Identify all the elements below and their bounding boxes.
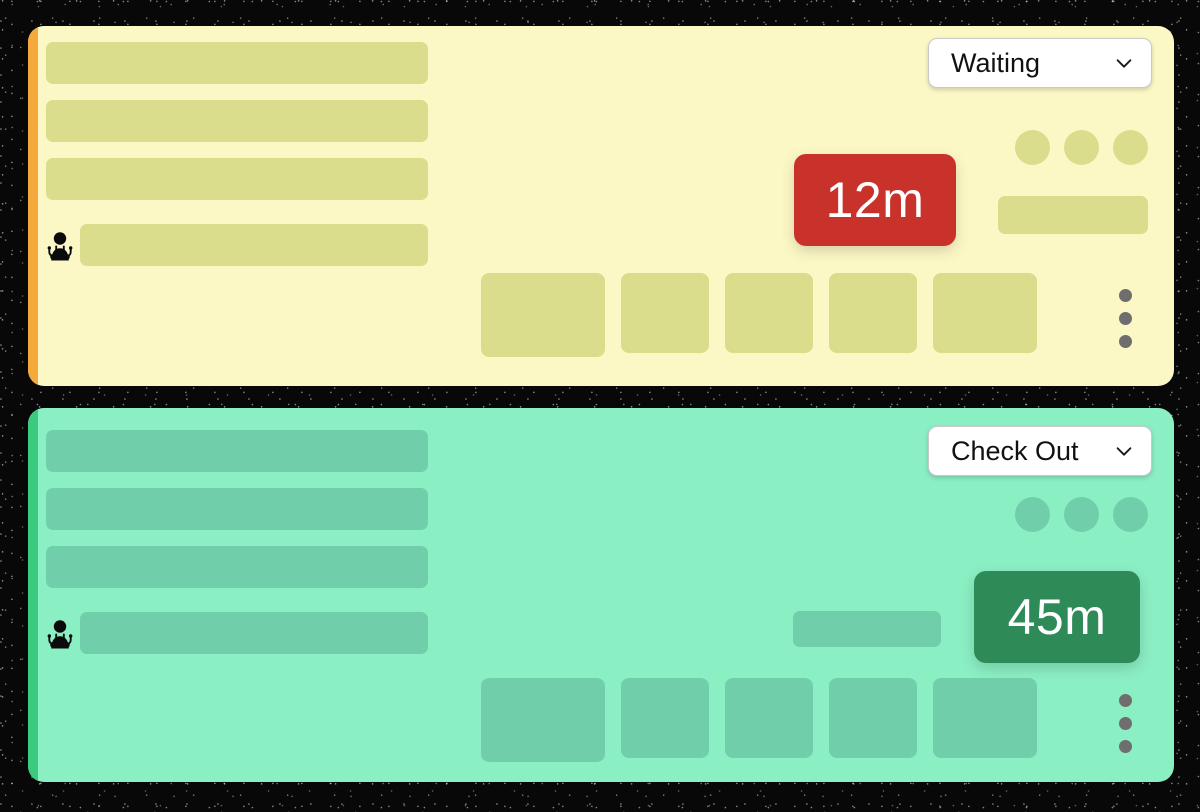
doctor-icon [46, 619, 74, 649]
avatar [1113, 130, 1148, 165]
skeleton-bar [46, 42, 428, 84]
skeleton-bar [80, 224, 428, 266]
tile[interactable] [725, 678, 813, 758]
patient-card-list: Waiting 12m Check Out 45m [0, 0, 1200, 812]
tile-row [481, 678, 1037, 762]
kebab-dot [1119, 717, 1132, 730]
kebab-dot [1119, 694, 1132, 707]
avatar [1064, 497, 1099, 532]
tile[interactable] [829, 678, 917, 758]
avatar [1113, 497, 1148, 532]
avatar-dot-row [1015, 130, 1148, 165]
tile[interactable] [829, 273, 917, 353]
skeleton-bar [46, 488, 428, 530]
wait-time-badge: 12m [794, 154, 956, 246]
kebab-dot [1119, 740, 1132, 753]
tile[interactable] [933, 678, 1037, 758]
status-dropdown-check-out[interactable]: Check Out [928, 426, 1152, 476]
chevron-down-icon [1113, 52, 1135, 74]
status-dropdown-label: Waiting [951, 47, 1041, 78]
avatar-dot-row [1015, 497, 1148, 532]
status-accent-bar-waiting [28, 26, 38, 386]
avatar [1015, 497, 1050, 532]
doctor-icon [46, 231, 74, 261]
more-options-button[interactable] [1119, 694, 1132, 753]
patient-card-check-out[interactable]: Check Out 45m [28, 408, 1174, 782]
skeleton-bar [46, 158, 428, 200]
tile[interactable] [481, 678, 605, 762]
status-accent-bar-check-out [28, 408, 38, 782]
kebab-dot [1119, 335, 1132, 348]
tile[interactable] [481, 273, 605, 357]
skeleton-chip [793, 611, 941, 647]
patient-card-waiting[interactable]: Waiting 12m [28, 26, 1174, 386]
skeleton-chip [998, 196, 1148, 234]
status-dropdown-waiting[interactable]: Waiting [928, 38, 1152, 88]
tile[interactable] [725, 273, 813, 353]
skeleton-bar [46, 100, 428, 142]
tile-row [481, 273, 1037, 357]
kebab-dot [1119, 312, 1132, 325]
status-dropdown-label: Check Out [951, 435, 1079, 466]
kebab-dot [1119, 289, 1132, 302]
tile[interactable] [621, 678, 709, 758]
tile[interactable] [933, 273, 1037, 353]
skeleton-bar [46, 430, 428, 472]
avatar [1015, 130, 1050, 165]
skeleton-bar [80, 612, 428, 654]
chevron-down-icon [1113, 440, 1135, 462]
skeleton-bar [46, 546, 428, 588]
tile[interactable] [621, 273, 709, 353]
avatar [1064, 130, 1099, 165]
wait-time-badge: 45m [974, 571, 1140, 663]
more-options-button[interactable] [1119, 289, 1132, 348]
